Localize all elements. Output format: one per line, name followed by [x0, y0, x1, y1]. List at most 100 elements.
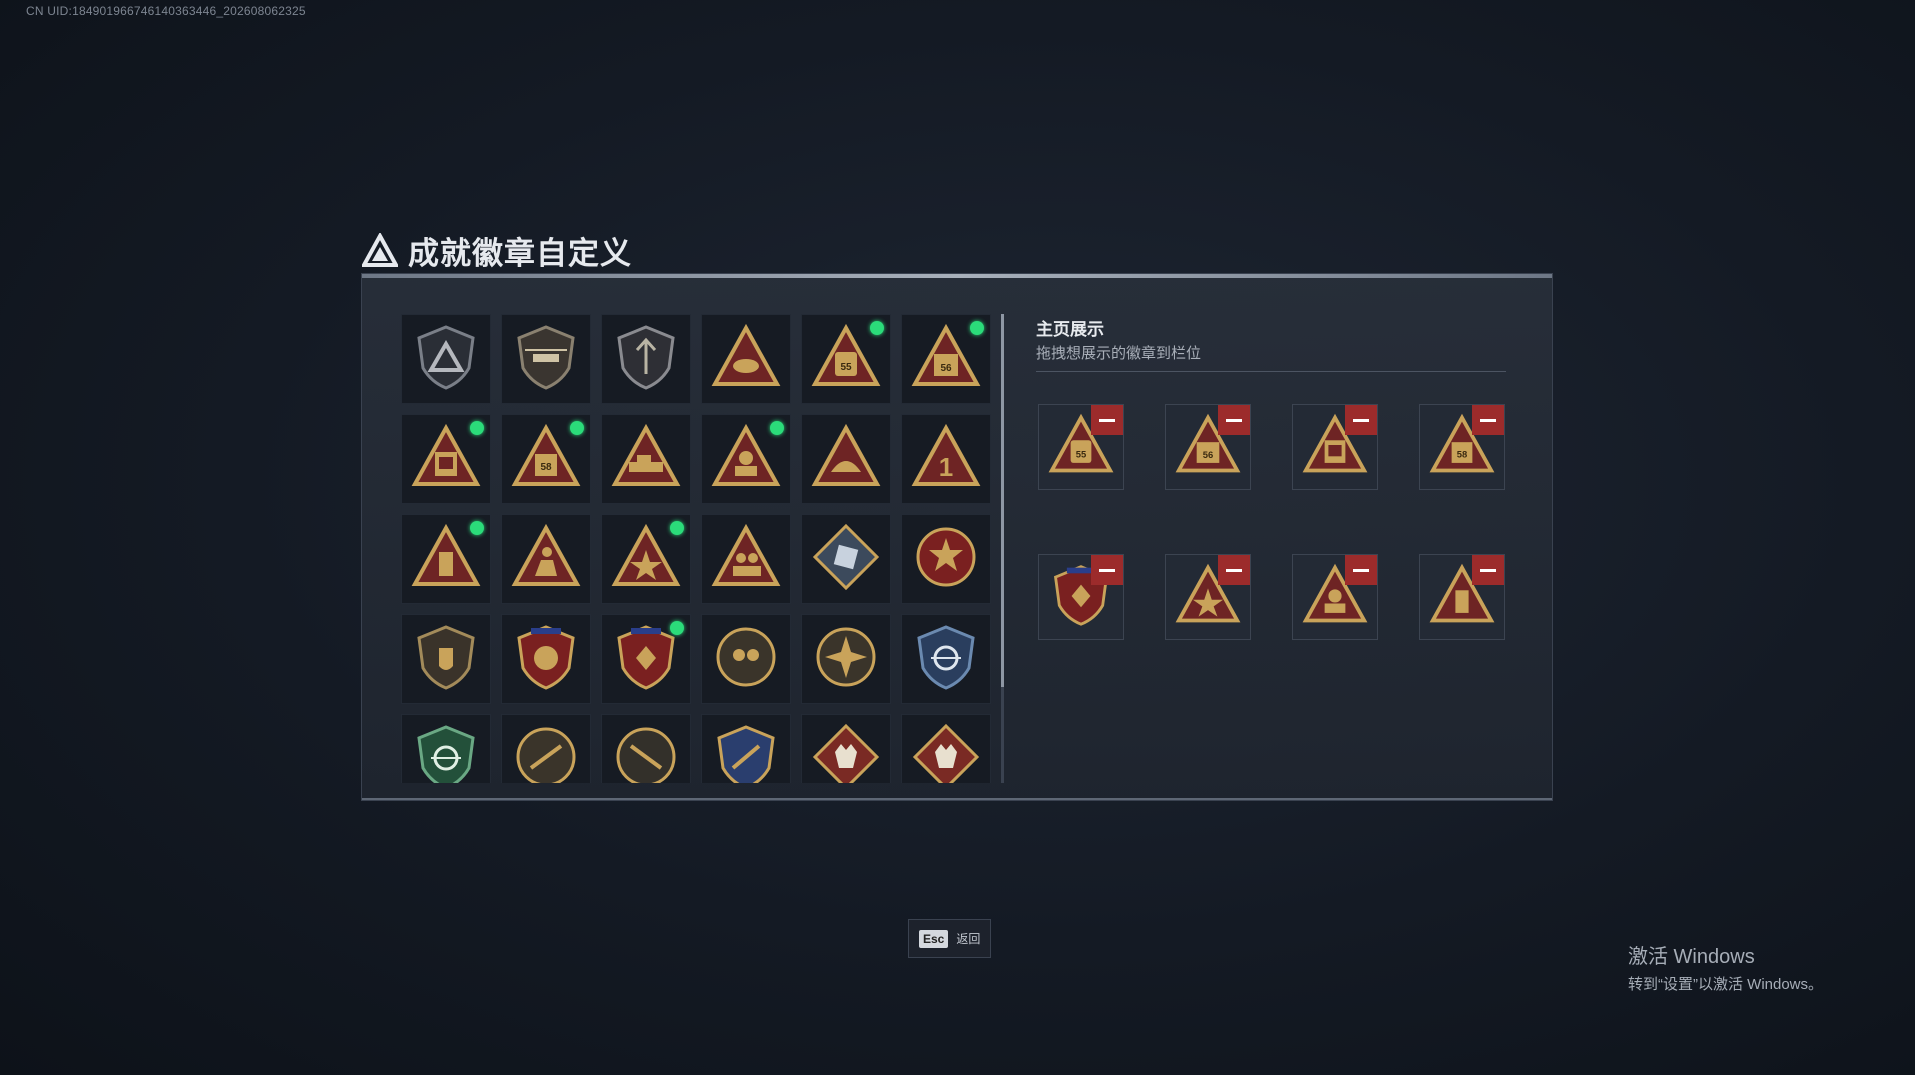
tri-runner-icon — [511, 522, 581, 597]
round-mask-icon — [711, 622, 781, 697]
new-badge-dot — [470, 521, 484, 535]
remove-badge-button[interactable] — [1091, 405, 1123, 435]
new-badge-dot — [770, 421, 784, 435]
badge-cell[interactable] — [801, 414, 891, 504]
tri-55-icon: 55 — [811, 322, 881, 397]
minus-icon — [1480, 568, 1496, 572]
badge-cell[interactable] — [401, 714, 491, 783]
svg-text:1: 1 — [939, 452, 953, 482]
badge-cell[interactable] — [801, 614, 891, 704]
arrow-shield-icon — [611, 322, 681, 397]
badge-cell[interactable] — [401, 314, 491, 404]
tri-vehicle-icon — [611, 422, 681, 497]
showcase-divider — [1036, 371, 1506, 372]
badge-cell[interactable] — [501, 314, 591, 404]
badge-cell[interactable] — [701, 514, 791, 604]
badge-cell[interactable]: 55 — [801, 314, 891, 404]
svg-text:56: 56 — [1203, 449, 1213, 460]
badge-cell[interactable] — [801, 714, 891, 783]
blue-crosshair-shield-icon — [911, 622, 981, 697]
showcase-slot[interactable] — [1292, 404, 1378, 490]
windows-activation-watermark: 激活 Windows 转到“设置”以激活 Windows。 — [1628, 940, 1823, 994]
remove-badge-button[interactable] — [1472, 405, 1504, 435]
badge-cell[interactable] — [601, 514, 691, 604]
wolf-diamond-b-icon — [911, 722, 981, 783]
showcase-slot[interactable] — [1419, 554, 1505, 640]
wolf-diamond-a-icon — [811, 722, 881, 783]
badge-cell[interactable] — [801, 514, 891, 604]
badge-cell[interactable] — [901, 514, 991, 604]
showcase-slot[interactable] — [1292, 554, 1378, 640]
delta-logo-icon — [362, 232, 398, 267]
badge-cell[interactable] — [401, 414, 491, 504]
badge-grid-scrollbar[interactable] — [1001, 314, 1004, 783]
showcase-slot[interactable] — [1038, 554, 1124, 640]
new-badge-dot — [670, 521, 684, 535]
minus-icon — [1226, 568, 1242, 572]
remove-badge-button[interactable] — [1218, 555, 1250, 585]
badge-cell[interactable] — [701, 614, 791, 704]
showcase-slot[interactable]: 55 — [1038, 404, 1124, 490]
svg-text:58: 58 — [540, 462, 552, 473]
badge-cell[interactable] — [601, 714, 691, 783]
badge-cell[interactable] — [601, 614, 691, 704]
minus-icon — [1099, 568, 1115, 572]
new-badge-dot — [470, 421, 484, 435]
shield-triangle-icon — [411, 322, 481, 397]
badge-cell[interactable] — [601, 314, 691, 404]
blue-gold-shield-icon — [711, 722, 781, 783]
diamond-crate-icon — [811, 522, 881, 597]
minus-icon — [1226, 418, 1242, 422]
badge-cell[interactable] — [401, 614, 491, 704]
windows-activation-subtitle: 转到“设置”以激活 Windows。 — [1628, 976, 1824, 993]
badge-cell[interactable] — [701, 714, 791, 783]
showcase-slot[interactable] — [1165, 554, 1251, 640]
badge-grid[interactable]: 55 56 58 1 — [401, 314, 993, 783]
badge-cell[interactable] — [701, 314, 791, 404]
badge-cell[interactable] — [701, 414, 791, 504]
new-badge-dot — [970, 321, 984, 335]
badge-cell[interactable] — [501, 514, 591, 604]
remove-badge-button[interactable] — [1091, 555, 1123, 585]
showcase-slot[interactable]: 56 — [1165, 404, 1251, 490]
shield-emblem-icon — [411, 622, 481, 697]
badge-cell[interactable] — [601, 414, 691, 504]
panel-top-border — [362, 274, 1552, 278]
scrollbar-thumb[interactable] — [1001, 314, 1004, 687]
badge-customize-panel: 55 56 58 1 主页展示 拖拽想展示的徽章到栏位 55 56 58 — [361, 273, 1553, 801]
showcase-slot[interactable]: 58 — [1419, 404, 1505, 490]
badge-cell[interactable]: 56 — [901, 314, 991, 404]
tri-1-icon: 1 — [911, 422, 981, 497]
helicopter-shield-icon — [511, 322, 581, 397]
star-shield-b-icon — [611, 622, 681, 697]
minus-icon — [1480, 418, 1496, 422]
badge-cell[interactable] — [901, 614, 991, 704]
new-badge-dot — [670, 621, 684, 635]
badge-cell[interactable] — [901, 714, 991, 783]
tri-helmet-icon — [811, 422, 881, 497]
page-title: 成就徽章自定义 — [408, 236, 632, 271]
badge-cell[interactable] — [401, 514, 491, 604]
panel-bottom-border — [362, 798, 1552, 800]
back-button[interactable]: Esc 返回 — [908, 919, 991, 958]
round-skull-star-icon — [911, 522, 981, 597]
tri-soldier-icon — [711, 422, 781, 497]
tri-box-icon — [411, 422, 481, 497]
remove-badge-button[interactable] — [1218, 405, 1250, 435]
tri-eye-icon — [711, 322, 781, 397]
tri-56-icon: 56 — [911, 322, 981, 397]
remove-badge-button[interactable] — [1345, 555, 1377, 585]
minus-icon — [1353, 568, 1369, 572]
tri-58-icon: 58 — [511, 422, 581, 497]
badge-cell[interactable] — [501, 714, 591, 783]
back-label: 返回 — [956, 932, 981, 946]
green-crosshair-shield-icon — [411, 722, 481, 783]
page-header: 成就徽章自定义 — [362, 228, 632, 273]
badge-cell[interactable]: 58 — [501, 414, 591, 504]
remove-badge-button[interactable] — [1472, 555, 1504, 585]
remove-badge-button[interactable] — [1345, 405, 1377, 435]
badge-cell[interactable] — [501, 614, 591, 704]
badge-cell[interactable]: 1 — [901, 414, 991, 504]
rifle-shield-a-icon — [511, 722, 581, 783]
esc-key-icon: Esc — [919, 929, 949, 948]
